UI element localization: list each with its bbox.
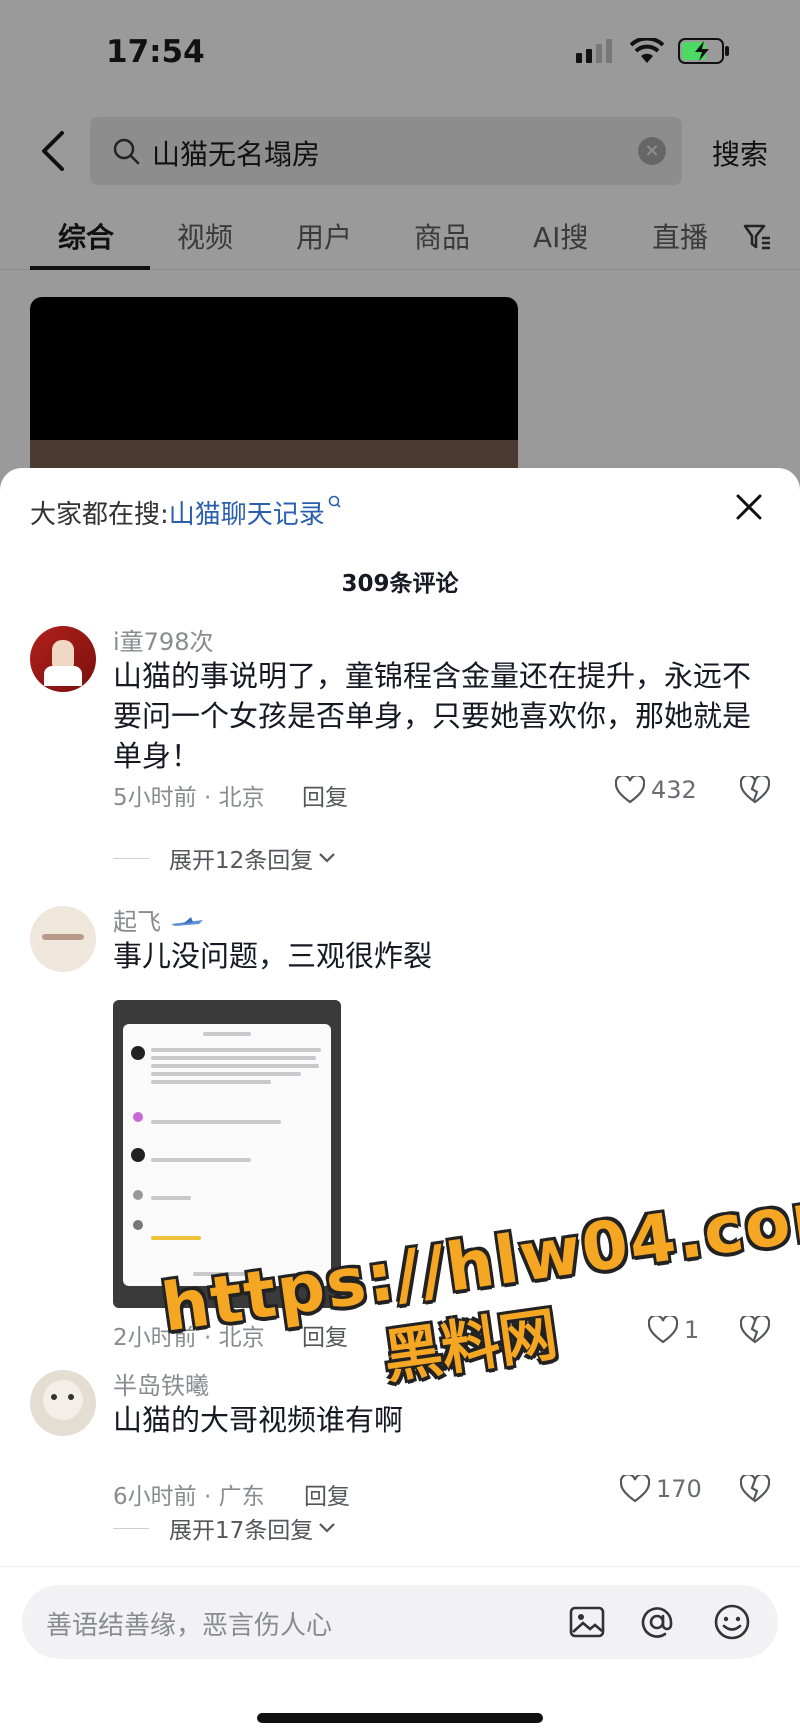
signal-icon [576,39,612,63]
hot-search: 大家都在搜:山猫聊天记录 [30,494,343,531]
clear-icon[interactable]: × [638,137,666,165]
home-indicator [257,1713,543,1723]
heart-icon [648,1316,678,1344]
comment-text: 山猫的大哥视频谁有啊 [113,1403,404,1437]
search-row: 山猫无名塌房 × 搜索 [0,117,800,185]
comment-username[interactable]: 起飞 [113,902,205,937]
search-tabs: 综合 视频 用户 商品 AI搜 直播 [0,210,800,270]
heart-icon [615,776,645,804]
wifi-icon [630,38,664,63]
hot-search-prefix: 大家都在搜: [30,500,169,530]
back-icon[interactable] [34,129,74,173]
comment-meta: 5小时前 · 北京 [113,785,265,811]
comment-attached-image[interactable] [113,1000,341,1308]
emoji-icon[interactable] [712,1602,752,1642]
expand-replies-label: 展开17条回复 [169,1518,314,1544]
comment-username[interactable]: 半岛铁曦 [113,1366,209,1401]
active-tab-indicator [30,266,150,270]
comment-meta: 2小时前 · 北京 [113,1325,265,1351]
screenshot-thumbnail [123,1024,331,1286]
avatar[interactable] [30,906,96,972]
search-icon [113,138,140,165]
status-bar: 17:54 [0,0,800,100]
battery-icon [678,38,729,64]
comment-text: 山猫的事说明了，童锦程含金量还在提升，永远不要问一个女孩是否单身，只要她喜欢你，… [113,659,752,773]
divider [113,857,149,859]
username-text: 起飞 [113,908,161,936]
expand-replies-label: 展开12条回复 [169,848,314,874]
chevron-down-icon [319,853,336,863]
comment-sheet: 大家都在搜:山猫聊天记录 309条评论 i童798次 山猫的事说明了，童锦程含金… [0,468,800,1735]
heart-icon [620,1475,650,1503]
like-button[interactable]: 1 [648,1316,699,1344]
reply-button[interactable]: 回复 [302,1318,348,1352]
like-count: 432 [651,776,697,804]
video-result-card[interactable] [30,297,518,497]
tab-users[interactable]: 用户 [296,216,352,256]
avatar[interactable] [30,626,96,692]
chevron-down-icon [319,1523,336,1533]
comment-item: 起飞 事儿没问题，三观很炸裂 2小时前 · 北京 回复 1 [0,906,800,1351]
broken-heart-icon[interactable] [740,776,770,804]
tab-ai-search[interactable]: AI搜 [533,216,588,256]
like-button[interactable]: 170 [620,1475,702,1503]
tab-comprehensive[interactable]: 综合 [58,216,114,256]
comment-input-bar: 善语结善缘，恶言伤人心 [0,1566,800,1735]
expand-replies-button[interactable]: 展开12条回复 [113,841,337,875]
like-count: 1 [684,1316,700,1344]
tab-live[interactable]: 直播 [652,216,708,256]
like-button[interactable]: 432 [615,776,697,804]
tab-products[interactable]: 商品 [414,216,470,256]
like-count: 170 [656,1475,702,1503]
comment-text: 事儿没问题，三观很炸裂 [113,939,433,973]
small-search-icon [328,495,341,508]
filter-icon[interactable] [742,222,772,252]
reply-button[interactable]: 回复 [304,1477,350,1511]
search-button[interactable]: 搜索 [712,133,768,173]
comment-input[interactable]: 善语结善缘，恶言伤人心 [22,1585,778,1659]
status-icons [576,38,730,64]
comment-count-title: 309条评论 [341,571,459,597]
search-query: 山猫无名塌房 [152,138,321,171]
comment-input-placeholder: 善语结善缘，恶言伤人心 [46,1611,333,1641]
reply-button[interactable]: 回复 [302,778,348,812]
tab-video[interactable]: 视频 [177,216,233,256]
broken-heart-icon[interactable] [740,1475,770,1503]
plane-icon [170,917,203,926]
divider [113,1527,149,1529]
comment-item: i童798次 山猫的事说明了，童锦程含金量还在提升，永远不要问一个女孩是否单身，… [0,626,800,826]
avatar[interactable] [30,1370,96,1436]
at-icon[interactable] [637,1602,677,1642]
broken-heart-icon[interactable] [740,1316,770,1344]
search-input[interactable]: 山猫无名塌房 × [90,117,682,185]
comment-username[interactable]: i童798次 [113,622,213,657]
close-icon[interactable] [734,492,764,522]
hot-search-link[interactable]: 山猫聊天记录 [169,500,325,530]
comment-meta: 6小时前 · 广东 [113,1484,265,1510]
image-icon[interactable] [567,1602,607,1642]
expand-replies-button[interactable]: 展开17条回复 [113,1511,337,1545]
status-time: 17:54 [106,34,205,70]
